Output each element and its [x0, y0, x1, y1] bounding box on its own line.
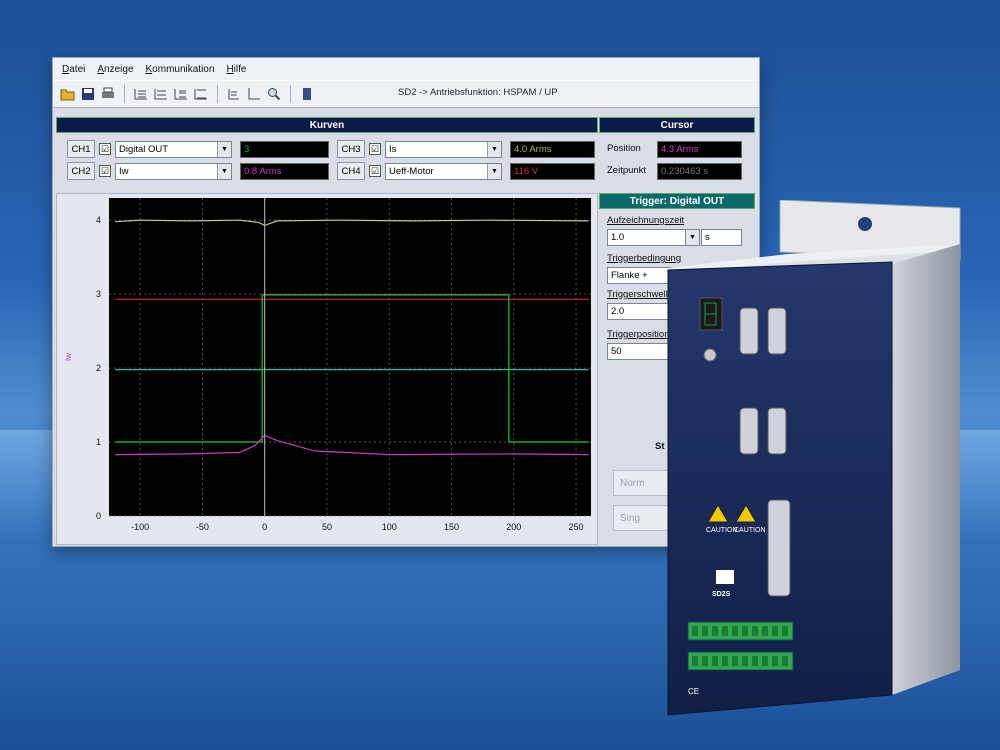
ch3-signal: Is — [389, 143, 397, 155]
cursor-header: Cursor — [599, 117, 755, 133]
ch3-signal-select[interactable]: Is ▼ — [385, 140, 502, 158]
ch3-value: 4.0 Arms — [510, 140, 595, 158]
ch4-button[interactable]: CH4 — [337, 162, 365, 180]
svg-text:CE: CE — [688, 687, 699, 696]
ch3-checkbox[interactable]: ☑ — [369, 143, 381, 155]
app-window: Datei Anzeige Kommunikation Hilfe SD2 ->… — [52, 57, 760, 547]
x-tick-label: 0 — [262, 522, 267, 532]
grid3-icon[interactable] — [172, 85, 190, 103]
x-tick-label: 250 — [569, 522, 584, 532]
x-tick-label: 150 — [444, 522, 459, 532]
export-icon[interactable] — [298, 85, 316, 103]
ch1-checkbox[interactable]: ☑ — [99, 143, 111, 155]
triggerbedingung-value: Flanke + — [611, 270, 648, 281]
cursor-zeitpunkt-value: 0.230463 s — [657, 163, 742, 180]
device-model: SD2S — [712, 591, 731, 598]
grid2-icon[interactable] — [152, 85, 170, 103]
chevron-down-icon: ▼ — [487, 163, 501, 179]
x-tick-label: 50 — [322, 522, 332, 532]
chevron-down-icon: ▼ — [487, 141, 501, 157]
y-tick-label: 0 — [96, 511, 101, 521]
ch2-value: 0.8 Arms — [240, 162, 329, 180]
channel-row-ch2: CH2 ☑ Iw ▼ 0.8 Arms — [67, 162, 329, 180]
caution-text-1: CAUTION — [706, 527, 738, 534]
cursor-position-value: 4.3 Arms — [657, 141, 742, 158]
ch2-signal-select[interactable]: Iw ▼ — [115, 162, 232, 180]
y-tick-label: 4 — [96, 215, 101, 225]
toolbar-title: SD2 -> Antriebsfunktion: HSPAM / UP — [398, 87, 558, 98]
x-tick-label: -50 — [196, 522, 209, 532]
channel-row-ch4: CH4 ☑ Ueff-Motor ▼ 116 V — [337, 162, 595, 180]
ch2-button[interactable]: CH2 — [67, 162, 95, 180]
ch2-signal: Iw — [119, 165, 129, 177]
plot-area — [109, 198, 591, 516]
ch1-button[interactable]: CH1 — [67, 140, 95, 158]
toolbar: SD2 -> Antriebsfunktion: HSPAM / UP — [53, 80, 759, 108]
x-tick-label: 100 — [382, 522, 397, 532]
cursor-zeitpunkt-label: Zeitpunkt — [607, 165, 647, 176]
plot-panel: -100 -50 0 50 100 150 200 250 0 1 2 3 4 Iw — [56, 193, 598, 545]
aufzeichnungszeit-value: 1.0 — [611, 232, 625, 243]
caution-text-2: CAUTION — [734, 527, 766, 534]
axes-icon[interactable] — [245, 85, 263, 103]
menu-hilfe[interactable]: Hilfe — [226, 64, 246, 75]
save-icon[interactable] — [79, 85, 97, 103]
grid1-icon[interactable] — [132, 85, 150, 103]
toolbar-separator — [290, 85, 291, 103]
y-tick-label: 1 — [96, 437, 101, 447]
servo-drive-device: CAUTION CAUTION SD2S CE — [660, 199, 1000, 720]
ch1-signal-select[interactable]: Digital OUT ▼ — [115, 140, 232, 158]
channel-row-ch1: CH1 ☑ Digital OUT ▼ 3 — [67, 140, 329, 158]
ch4-signal: Ueff-Motor — [389, 165, 434, 177]
x-tick-label: -100 — [131, 522, 149, 532]
toolbar-separator — [124, 85, 125, 103]
kurven-header: Kurven — [56, 117, 598, 133]
y-tick-label: 2 — [96, 363, 101, 373]
print-icon[interactable] — [99, 85, 117, 103]
ch4-checkbox[interactable]: ☑ — [369, 165, 381, 177]
grid4-icon[interactable] — [192, 85, 210, 103]
ch2-checkbox[interactable]: ☑ — [99, 165, 111, 177]
menu-datei[interactable]: Datei — [62, 64, 85, 75]
open-icon[interactable] — [59, 85, 77, 103]
x-tick-label: 200 — [506, 522, 521, 532]
ch1-value: 3 — [240, 140, 329, 158]
ch4-signal-select[interactable]: Ueff-Motor ▼ — [385, 162, 502, 180]
triggerschwelle-value: 2.0 — [611, 306, 625, 317]
zoom-icon[interactable] — [265, 85, 283, 103]
channel-row-ch3: CH3 ☑ Is ▼ 4.0 Arms — [337, 140, 595, 158]
cursor-scale-icon[interactable] — [225, 85, 243, 103]
cursor-position-label: Position — [607, 143, 641, 154]
toolbar-separator — [217, 85, 218, 103]
menu-anzeige[interactable]: Anzeige — [97, 64, 133, 75]
ch4-value: 116 V — [510, 162, 595, 180]
ch3-button[interactable]: CH3 — [337, 140, 365, 158]
oscilloscope-chart[interactable]: -100 -50 0 50 100 150 200 250 0 1 2 3 4 Iw — [57, 194, 597, 544]
menu-bar: Datei Anzeige Kommunikation Hilfe — [53, 58, 759, 80]
chevron-down-icon: ▼ — [217, 163, 231, 179]
chevron-down-icon: ▼ — [217, 141, 231, 157]
ch1-signal: Digital OUT — [119, 143, 169, 155]
menu-kommunikation[interactable]: Kommunikation — [146, 64, 215, 75]
triggerposition-value: 50 — [611, 346, 622, 357]
y-tick-label: 3 — [96, 289, 101, 299]
y-axis-label: Iw — [64, 353, 73, 361]
